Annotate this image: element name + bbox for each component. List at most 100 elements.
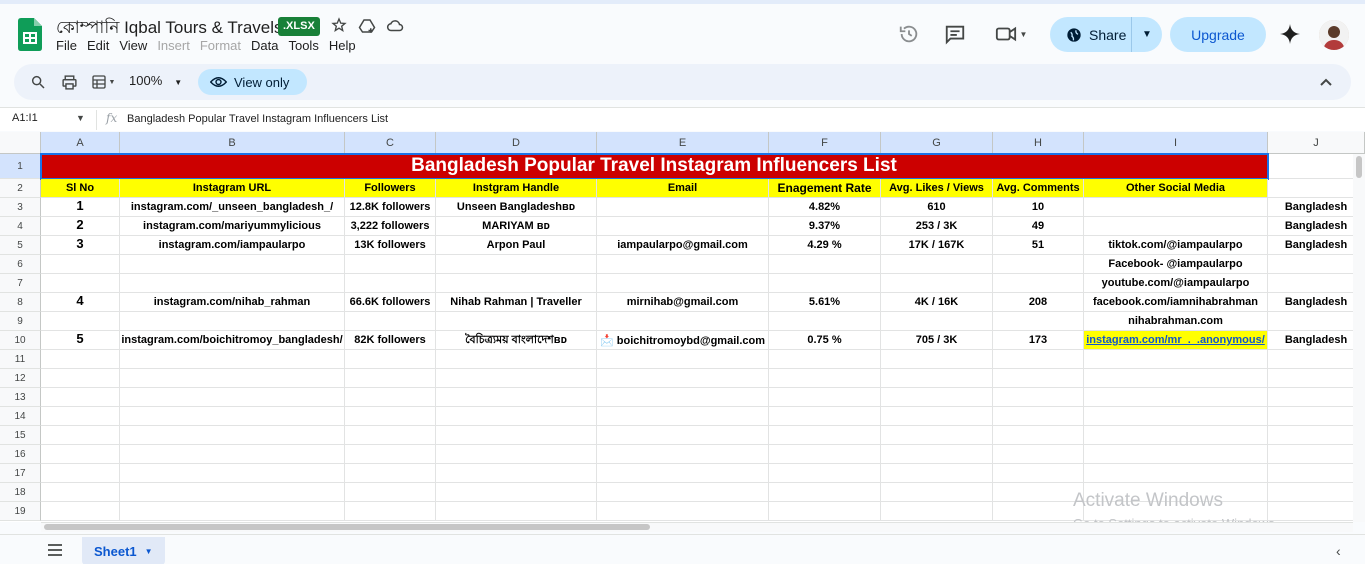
- row-header-10[interactable]: 10: [0, 331, 41, 350]
- grid-cell[interactable]: [597, 426, 769, 445]
- row-header-14[interactable]: 14: [0, 407, 41, 426]
- name-box[interactable]: A1:I1: [12, 112, 38, 124]
- grid-cell[interactable]: [1084, 426, 1268, 445]
- grid-cell[interactable]: [1268, 407, 1365, 426]
- grid-cell[interactable]: [597, 255, 769, 274]
- meet-icon[interactable]: ▼: [991, 22, 1031, 46]
- spreadsheet-grid[interactable]: A B C D E F G H I J 1 2 3 4 5 6 7 8 9 10 11 12 13 14 15 16 17 18 19 B…: [0, 132, 1365, 522]
- grid-cell[interactable]: [345, 464, 436, 483]
- data-cell-c8[interactable]: 66.6K followers: [345, 293, 436, 312]
- grid-cell[interactable]: [881, 388, 993, 407]
- grid-cell[interactable]: [1268, 179, 1365, 198]
- grid-cell[interactable]: [436, 445, 597, 464]
- data-cell-g4[interactable]: 253 / 3K: [881, 217, 993, 236]
- data-cell-a10[interactable]: 5: [41, 331, 120, 350]
- grid-cell[interactable]: [345, 255, 436, 274]
- grid-cell[interactable]: [993, 255, 1084, 274]
- grid-cell[interactable]: [769, 274, 881, 293]
- row-header-19[interactable]: 19: [0, 502, 41, 521]
- data-cell-b10[interactable]: instagram.com/boichitromoy_bangladesh/: [120, 331, 345, 350]
- data-cell-d3[interactable]: Unseen Bangladeshʙᴅ: [436, 198, 597, 217]
- row-header-6[interactable]: 6: [0, 255, 41, 274]
- grid-cell[interactable]: [769, 350, 881, 369]
- data-cell-a3[interactable]: 1: [41, 198, 120, 217]
- data-cell-a5[interactable]: 3: [41, 236, 120, 255]
- grid-cell[interactable]: [41, 464, 120, 483]
- data-cell-g10[interactable]: 705 / 3K: [881, 331, 993, 350]
- column-header-d[interactable]: D: [436, 132, 597, 154]
- column-header-b[interactable]: B: [120, 132, 345, 154]
- grid-cell[interactable]: [1268, 350, 1365, 369]
- grid-cell[interactable]: [436, 464, 597, 483]
- grid-cell[interactable]: [1268, 274, 1365, 293]
- grid-cell[interactable]: [769, 464, 881, 483]
- data-cell-h8[interactable]: 208: [993, 293, 1084, 312]
- column-header-i[interactable]: I: [1084, 132, 1268, 154]
- data-cell-g3[interactable]: 610: [881, 198, 993, 217]
- grid-cell[interactable]: [597, 274, 769, 293]
- grid-cell[interactable]: [436, 426, 597, 445]
- zoom-select[interactable]: 100% ▼: [129, 73, 182, 88]
- grid-cell[interactable]: [769, 388, 881, 407]
- row-header-4[interactable]: 4: [0, 217, 41, 236]
- data-cell-i9[interactable]: nihabrahman.com: [1084, 312, 1268, 331]
- grid-cell[interactable]: [436, 350, 597, 369]
- grid-cell[interactable]: [345, 502, 436, 521]
- row-header-18[interactable]: 18: [0, 483, 41, 502]
- grid-cell[interactable]: [345, 369, 436, 388]
- row-header-2[interactable]: 2: [0, 179, 41, 198]
- grid-cell[interactable]: [993, 312, 1084, 331]
- grid-cell[interactable]: [1268, 502, 1365, 521]
- grid-cell[interactable]: [881, 312, 993, 331]
- grid-cell[interactable]: [1268, 464, 1365, 483]
- data-cell-c3[interactable]: 12.8K followers: [345, 198, 436, 217]
- data-cell-i6[interactable]: Facebook- @iampaularpo: [1084, 255, 1268, 274]
- menu-view[interactable]: View: [114, 38, 152, 53]
- sheet-title-cell[interactable]: Bangladesh Popular Travel Instagram Infl…: [41, 154, 1268, 179]
- vertical-scroll-thumb[interactable]: [1356, 156, 1362, 178]
- grid-cell[interactable]: [993, 350, 1084, 369]
- grid-cell[interactable]: [1268, 388, 1365, 407]
- data-cell-g8[interactable]: 4K / 16K: [881, 293, 993, 312]
- grid-cell[interactable]: [597, 407, 769, 426]
- grid-cell[interactable]: [597, 312, 769, 331]
- table-view-icon[interactable]: ▼: [87, 72, 119, 92]
- row-header-3[interactable]: 3: [0, 198, 41, 217]
- grid-cell[interactable]: [769, 502, 881, 521]
- data-cell-b3[interactable]: instagram.com/_unseen_bangladesh_/: [120, 198, 345, 217]
- formula-content[interactable]: Bangladesh Popular Travel Instagram Infl…: [127, 113, 388, 125]
- grid-cell[interactable]: [769, 312, 881, 331]
- grid-cell[interactable]: [1084, 407, 1268, 426]
- grid-cell[interactable]: [993, 445, 1084, 464]
- grid-cell[interactable]: [1084, 388, 1268, 407]
- cloud-status-icon[interactable]: [386, 17, 404, 35]
- grid-cell[interactable]: [436, 369, 597, 388]
- vertical-scrollbar[interactable]: [1353, 154, 1365, 522]
- grid-cell[interactable]: [436, 255, 597, 274]
- grid-cell[interactable]: [881, 350, 993, 369]
- data-cell-j8[interactable]: Bangladesh: [1268, 293, 1365, 312]
- view-only-button[interactable]: View only: [198, 69, 308, 95]
- data-cell-c10[interactable]: 82K followers: [345, 331, 436, 350]
- data-cell-c5[interactable]: 13K followers: [345, 236, 436, 255]
- grid-cell[interactable]: [120, 445, 345, 464]
- row-header-11[interactable]: 11: [0, 350, 41, 369]
- sheets-logo-icon[interactable]: [18, 18, 42, 51]
- header-cell-d[interactable]: Instgram Handle: [436, 179, 597, 198]
- data-cell-e8[interactable]: mirnihab@gmail.com: [597, 293, 769, 312]
- grid-cell[interactable]: [1268, 369, 1365, 388]
- grid-cell[interactable]: [881, 274, 993, 293]
- data-cell-j4[interactable]: Bangladesh: [1268, 217, 1365, 236]
- menu-data[interactable]: Data: [246, 38, 283, 53]
- grid-cell[interactable]: [597, 464, 769, 483]
- row-header-13[interactable]: 13: [0, 388, 41, 407]
- grid-cell[interactable]: [120, 483, 345, 502]
- select-all-corner[interactable]: [0, 132, 41, 154]
- data-cell-h10[interactable]: 173: [993, 331, 1084, 350]
- header-cell-f[interactable]: Enagement Rate: [769, 179, 881, 198]
- grid-cell[interactable]: [881, 445, 993, 464]
- comments-icon[interactable]: [943, 22, 967, 46]
- collapse-toolbar-icon[interactable]: [1316, 72, 1336, 92]
- star-icon[interactable]: [330, 17, 348, 35]
- header-cell-g[interactable]: Avg. Likes / Views: [881, 179, 993, 198]
